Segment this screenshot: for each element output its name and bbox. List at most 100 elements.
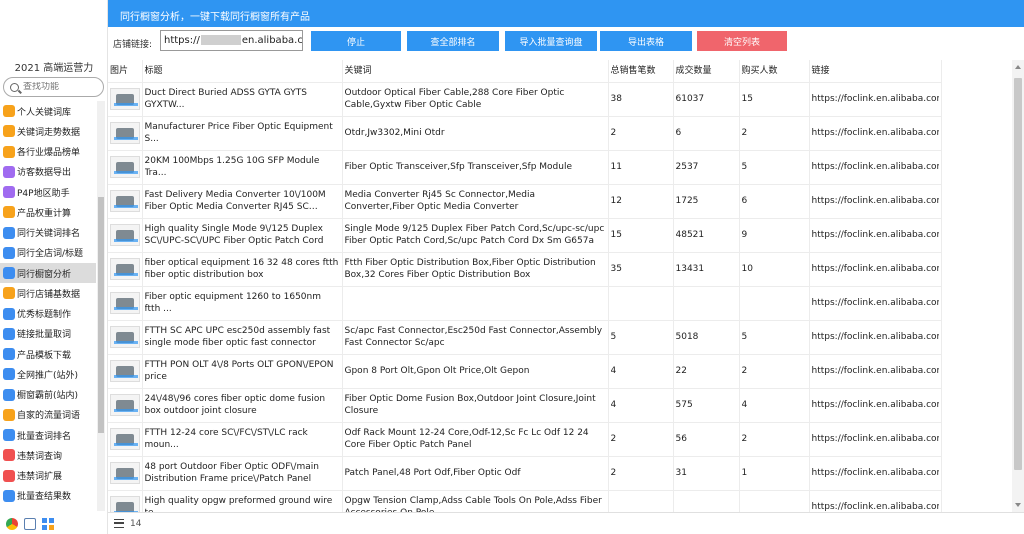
scroll-down-arrow-icon[interactable] bbox=[1015, 503, 1021, 507]
sidebar-scrollbar-thumb[interactable] bbox=[98, 197, 104, 433]
clear-list-button[interactable]: 清空列表 bbox=[697, 31, 787, 51]
scroll-up-arrow-icon[interactable] bbox=[1015, 65, 1021, 69]
cell-link[interactable]: https://foclink.en.alibaba.com bbox=[809, 490, 942, 512]
sidebar-item-12[interactable]: 产品模板下载 bbox=[0, 344, 96, 364]
stop-button[interactable]: 停止 bbox=[311, 31, 401, 51]
table-scrollbar-thumb[interactable] bbox=[1014, 78, 1022, 470]
cell-link[interactable]: https://foclink.en.alibaba.com bbox=[809, 354, 942, 389]
table-row[interactable]: fiber optical equipment 16 32 48 cores f… bbox=[108, 252, 942, 287]
sidebar-item-14[interactable]: 橱窗霸前(站内) bbox=[0, 385, 96, 405]
table-row[interactable]: FTTH PON OLT 4\/8 Ports OLT GPON\/EPON p… bbox=[108, 354, 942, 389]
col-header-image[interactable]: 图片 bbox=[108, 60, 143, 83]
col-header-title[interactable]: 标题 bbox=[142, 60, 343, 83]
cell-link[interactable]: https://foclink.en.alibaba.com bbox=[809, 252, 942, 287]
sidebar-scrollbar[interactable] bbox=[97, 101, 105, 511]
chrome-icon[interactable] bbox=[6, 518, 18, 530]
cell-qty-text: 48521 bbox=[675, 230, 705, 240]
product-thumbnail[interactable] bbox=[110, 190, 140, 212]
cell-link[interactable]: https://foclink.en.alibaba.com bbox=[809, 150, 942, 185]
sidebar-item-8[interactable]: 同行橱窗分析 bbox=[0, 263, 96, 284]
cell-keywords: Odf Rack Mount 12-24 Core,Odf-12,Sc Fc L… bbox=[342, 422, 609, 457]
sidebar-item-16[interactable]: 批量查词排名 bbox=[0, 425, 96, 445]
menu-icon[interactable] bbox=[114, 519, 124, 528]
cell-link[interactable]: https://foclink.en.alibaba.com bbox=[809, 116, 942, 151]
store-url-input[interactable]: https:// en.alibaba.com bbox=[160, 30, 303, 51]
cell-keywords-text: Otdr,Jw3302,Mini Otdr bbox=[344, 128, 445, 138]
function-search[interactable] bbox=[3, 77, 104, 97]
sidebar-item-11[interactable]: 链接批量取词 bbox=[0, 324, 96, 344]
sidebar-item-19[interactable]: 批量查结果数 bbox=[0, 486, 96, 506]
cell-qty-text: 31 bbox=[675, 468, 687, 478]
product-thumbnail[interactable] bbox=[110, 156, 140, 178]
table-row[interactable]: High quality Single Mode 9\/125 Duplex S… bbox=[108, 218, 942, 253]
col-header-buyers[interactable]: 购买人数 bbox=[739, 60, 810, 83]
cell-qty: 1725 bbox=[673, 184, 740, 219]
sidebar-item-5[interactable]: 产品权重计算 bbox=[0, 202, 96, 222]
export-table-button[interactable]: 导出表格 bbox=[600, 31, 692, 51]
sidebar-item-1[interactable]: 关键词走势数据 bbox=[0, 121, 96, 141]
cell-link[interactable]: https://foclink.en.alibaba.com bbox=[809, 422, 942, 457]
sidebar-item-17[interactable]: 违禁词查询 bbox=[0, 445, 96, 465]
table-row[interactable]: FTTH 12-24 core SC\/FC\/ST\/LC rack moun… bbox=[108, 422, 942, 457]
cell-qty-text: 56 bbox=[675, 434, 687, 444]
sidebar-item-7[interactable]: 同行全店词/标题 bbox=[0, 243, 96, 263]
sidebar-item-9[interactable]: 同行店铺基数据 bbox=[0, 283, 96, 303]
cell-link[interactable]: https://foclink.en.alibaba.com bbox=[809, 456, 942, 491]
cell-qty: 48521 bbox=[673, 218, 740, 253]
table-row[interactable]: High quality opgw preformed ground wire … bbox=[108, 490, 942, 512]
product-thumbnail[interactable] bbox=[110, 122, 140, 144]
sidebar-item-4[interactable]: P4P地区助手 bbox=[0, 182, 96, 202]
sidebar-item-3[interactable]: 访客数据导出 bbox=[0, 162, 96, 182]
table-row[interactable]: Fast Delivery Media Converter 10\/100M F… bbox=[108, 184, 942, 219]
sidebar-item-2[interactable]: 各行业爆品榜单 bbox=[0, 142, 96, 162]
cell-sales-text: 11 bbox=[610, 162, 622, 172]
table-row[interactable]: 20KM 100Mbps 1.25G 10G SFP Module Tra...… bbox=[108, 150, 942, 185]
product-thumbnail[interactable] bbox=[110, 496, 140, 512]
col-header-deal-qty[interactable]: 成交数量 bbox=[673, 60, 740, 83]
table-row[interactable]: Manufacturer Price Fiber Optic Equipment… bbox=[108, 116, 942, 151]
sidebar-item-0[interactable]: 个人关键词库 bbox=[0, 101, 96, 121]
check-all-rank-button[interactable]: 查全部排名 bbox=[407, 31, 499, 51]
product-thumbnail[interactable] bbox=[110, 326, 140, 348]
globe-icon bbox=[3, 368, 15, 381]
window-icon[interactable] bbox=[24, 518, 36, 530]
sidebar-item-18[interactable]: 违禁词扩展 bbox=[0, 466, 96, 486]
cell-buyers-text: 9 bbox=[741, 230, 748, 240]
cell-title-text: Fast Delivery Media Converter 10\/100M F… bbox=[144, 190, 326, 212]
product-thumbnail[interactable] bbox=[110, 394, 140, 416]
cell-sales bbox=[608, 286, 674, 321]
table-row[interactable]: Duct Direct Buried ADSS GYTA GYTS GYXTW.… bbox=[108, 82, 942, 117]
sidebar-item-6[interactable]: 同行关键词排名 bbox=[0, 223, 96, 243]
cell-title: Fast Delivery Media Converter 10\/100M F… bbox=[142, 184, 343, 219]
sidebar-item-10[interactable]: 优秀标题制作 bbox=[0, 304, 96, 324]
table-row[interactable]: 48 port Outdoor Fiber Optic ODF\/main Di… bbox=[108, 456, 942, 491]
window-icon bbox=[3, 267, 15, 280]
col-header-total-sales[interactable]: 总销售笔数 bbox=[608, 60, 674, 83]
cell-link[interactable]: https://foclink.en.alibaba.com bbox=[809, 184, 942, 219]
col-header-link[interactable]: 链接 bbox=[809, 60, 942, 83]
product-thumbnail[interactable] bbox=[110, 462, 140, 484]
cell-link[interactable]: https://foclink.en.alibaba.com bbox=[809, 286, 942, 321]
cell-link-text: https://foclink.en.alibaba.com bbox=[811, 502, 939, 512]
import-batch-button[interactable]: 导入批量查询盘 bbox=[505, 31, 597, 51]
product-thumbnail[interactable] bbox=[110, 88, 140, 110]
sidebar-item-15[interactable]: 自家的流量词语 bbox=[0, 405, 96, 425]
sidebar-item-13[interactable]: 全网推广(站外) bbox=[0, 364, 96, 384]
cell-sales-text: 15 bbox=[610, 230, 622, 240]
product-thumbnail[interactable] bbox=[110, 258, 140, 280]
cell-link[interactable]: https://foclink.en.alibaba.com bbox=[809, 218, 942, 253]
function-search-input[interactable] bbox=[23, 82, 101, 92]
product-thumbnail[interactable] bbox=[110, 428, 140, 450]
cell-link[interactable]: https://foclink.en.alibaba.com bbox=[809, 388, 942, 423]
col-header-keywords[interactable]: 关键词 bbox=[342, 60, 609, 83]
table-scrollbar[interactable] bbox=[1012, 60, 1024, 512]
product-thumbnail[interactable] bbox=[110, 360, 140, 382]
cell-link[interactable]: https://foclink.en.alibaba.com bbox=[809, 82, 942, 117]
table-row[interactable]: Fiber optic equipment 1260 to 1650nm ftt… bbox=[108, 286, 942, 321]
product-thumbnail[interactable] bbox=[110, 292, 140, 314]
cell-link[interactable]: https://foclink.en.alibaba.com bbox=[809, 320, 942, 355]
table-row[interactable]: 24\/48\/96 cores fiber optic dome fusion… bbox=[108, 388, 942, 423]
app-grid-icon[interactable] bbox=[42, 518, 54, 530]
product-thumbnail[interactable] bbox=[110, 224, 140, 246]
table-row[interactable]: FTTH SC APC UPC esc250d assembly fast si… bbox=[108, 320, 942, 355]
